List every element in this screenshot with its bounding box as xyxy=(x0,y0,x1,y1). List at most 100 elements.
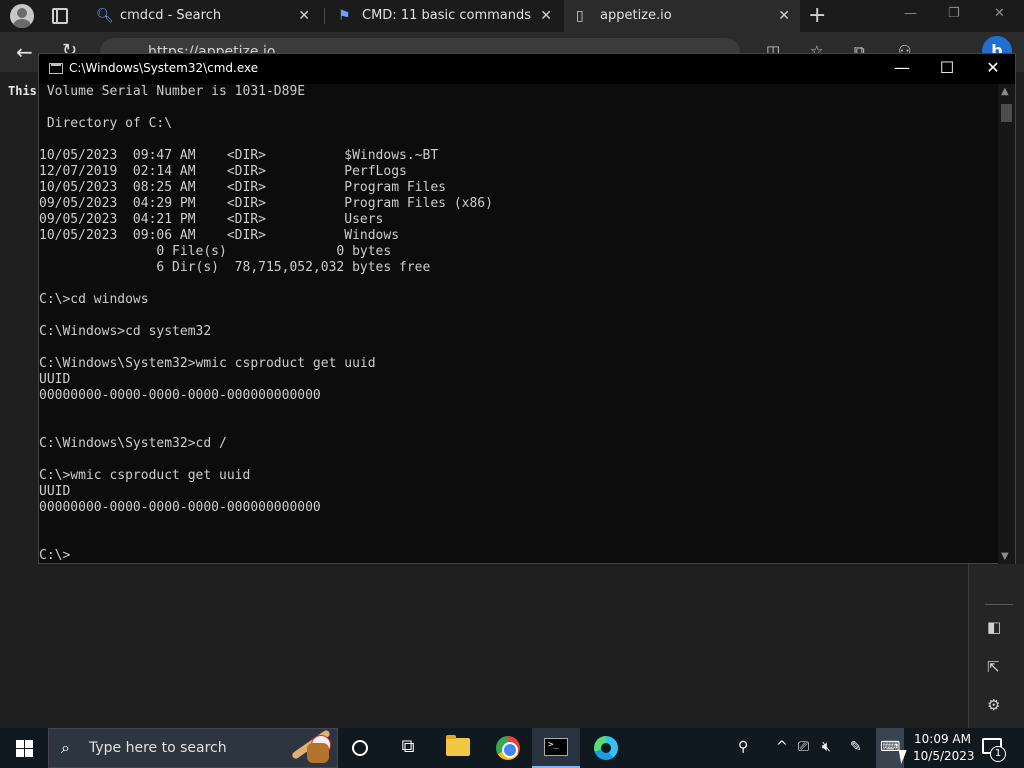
scroll-down-icon[interactable]: ▼ xyxy=(1001,551,1009,562)
tab-appetize[interactable]: ▯ appetize.io ✕ xyxy=(564,0,800,32)
windows-logo-part xyxy=(25,740,33,748)
cmd-line xyxy=(39,516,999,532)
close-icon[interactable]: ✕ xyxy=(540,8,552,24)
cmd-line xyxy=(39,404,999,420)
chevron-up-icon[interactable]: ^ xyxy=(776,739,788,755)
maximize-icon[interactable]: ☐ xyxy=(932,58,962,77)
cmd-line: C:\>cd windows xyxy=(39,292,149,307)
cmd-taskbar-button[interactable] xyxy=(532,728,580,768)
cmd-title-text: C:\Windows\System32\cmd.exe xyxy=(69,61,259,75)
cmd-line: C:\>wmic csproduct get uuid xyxy=(39,468,251,483)
cmd-line: Directory of C:\ xyxy=(39,116,173,131)
file-explorer-button[interactable] xyxy=(434,728,482,768)
keyboard-icon: ⌨ xyxy=(880,739,901,755)
task-view-button[interactable]: ⧉ xyxy=(384,728,432,768)
pen-icon[interactable]: ✎ xyxy=(850,739,862,755)
close-window-icon[interactable]: ✕ xyxy=(994,6,1005,21)
close-icon[interactable]: ✕ xyxy=(298,8,310,24)
clock-date[interactable]: 10/5/2023 xyxy=(913,749,975,763)
people-icon[interactable]: ⚲ xyxy=(738,739,748,755)
close-icon[interactable]: ✕ xyxy=(978,58,1008,77)
restore-icon[interactable]: ❐ xyxy=(948,6,960,21)
cmd-scrollbar[interactable]: ▲ ▼ xyxy=(998,84,1015,564)
terminal-icon xyxy=(49,63,63,74)
sidebar-divider xyxy=(985,604,1013,605)
minimize-icon[interactable]: — xyxy=(904,6,917,21)
tab-strip: 🔍︎ cmdcd - Search ✕ ⚑ CMD: 11 basic comm… xyxy=(0,0,1024,32)
chrome-icon xyxy=(496,736,520,760)
bookmark-icon: ⚑ xyxy=(338,8,351,24)
sidebar-panel-icon[interactable]: ◧ xyxy=(987,618,1001,636)
cmd-line: 09/05/2023 04:21 PM <DIR> Users xyxy=(39,212,384,227)
settings-gear-icon[interactable]: ⚙ xyxy=(987,696,1000,714)
cmd-line xyxy=(39,532,999,548)
tab-separator xyxy=(324,8,325,24)
close-icon[interactable]: ✕ xyxy=(778,8,790,24)
network-icon[interactable]: ⎚ xyxy=(798,739,809,755)
cmd-line: 10/05/2023 09:47 AM <DIR> $Windows.~BT xyxy=(39,148,439,163)
edge-button[interactable] xyxy=(582,728,630,768)
edge-icon xyxy=(594,736,618,760)
windows-logo-part xyxy=(16,749,24,757)
cmd-icon xyxy=(544,738,568,756)
search-icon: ⌕ xyxy=(61,738,70,757)
volume-muted-icon[interactable]: 🔇︎ xyxy=(822,739,831,755)
scroll-thumb[interactable] xyxy=(1001,104,1012,122)
cmd-window[interactable]: C:\Windows\System32\cmd.exe — ☐ ✕ Volume… xyxy=(38,53,1016,564)
taskbar: ⌕ Type here to search ⧉ ⚲ ^ ⎚ 🔇︎ ✎ ⌨ 10:… xyxy=(0,728,1024,768)
search-icon: 🔍︎ xyxy=(96,8,114,24)
profile-avatar[interactable] xyxy=(10,4,34,28)
cmd-line: C:\Windows\System32>cd / xyxy=(39,436,227,451)
windows-logo-icon xyxy=(16,740,24,748)
tab-label: cmdcd - Search xyxy=(120,8,222,23)
windows-logo-part xyxy=(25,749,33,757)
cmd-line: C:\Windows>cd system32 xyxy=(39,324,212,339)
folder-icon xyxy=(446,735,470,756)
cmd-title-bar[interactable]: C:\Windows\System32\cmd.exe — ☐ ✕ xyxy=(39,54,1015,84)
cmd-line: 00000000-0000-0000-0000-000000000000 xyxy=(39,500,321,515)
cmd-line xyxy=(39,420,999,436)
cmd-line: 6 Dir(s) 78,715,052,032 bytes free xyxy=(39,260,431,275)
cmd-output[interactable]: Volume Serial Number is 1031-D89E Direct… xyxy=(39,84,999,564)
tab-search[interactable]: 🔍︎ cmdcd - Search ✕ xyxy=(84,0,320,32)
edge-sidebar: ◧ ⇱ ⚙ xyxy=(968,564,1024,728)
cmd-line: 0 File(s) 0 bytes xyxy=(39,244,392,259)
cortana-button[interactable] xyxy=(336,728,384,768)
page-content-text: This xyxy=(8,84,37,98)
cmd-line xyxy=(39,308,999,324)
cmd-line: Volume Serial Number is 1031-D89E xyxy=(39,84,306,99)
tab-cmd-article[interactable]: ⚑ CMD: 11 basic commands you sh ✕ xyxy=(326,0,562,32)
cmd-line xyxy=(39,452,999,468)
new-tab-icon[interactable]: + xyxy=(808,4,826,28)
taskbar-search-box[interactable]: ⌕ Type here to search xyxy=(48,728,338,768)
scroll-up-icon[interactable]: ▲ xyxy=(1001,86,1009,97)
cmd-line: 10/05/2023 08:25 AM <DIR> Program Files xyxy=(39,180,446,195)
tab-actions-icon[interactable] xyxy=(52,8,68,24)
external-link-icon[interactable]: ⇱ xyxy=(987,658,1000,676)
minimize-icon[interactable]: — xyxy=(887,58,917,77)
cmd-line: 12/07/2019 02:14 AM <DIR> PerfLogs xyxy=(39,164,407,179)
cmd-line: 10/05/2023 09:06 AM <DIR> Windows xyxy=(39,228,400,243)
clock-time[interactable]: 10:09 AM xyxy=(914,732,971,746)
glove-icon xyxy=(307,743,329,763)
chrome-button[interactable] xyxy=(484,728,532,768)
back-icon[interactable]: ← xyxy=(16,40,33,64)
cmd-line xyxy=(39,340,999,356)
notification-count: 1 xyxy=(990,746,1006,762)
cortana-icon xyxy=(352,740,368,756)
tab-label: appetize.io xyxy=(600,8,672,23)
cmd-line: 09/05/2023 04:29 PM <DIR> Program Files … xyxy=(39,196,493,211)
cmd-line xyxy=(39,132,999,148)
page-icon: ▯ xyxy=(576,8,584,24)
search-placeholder: Type here to search xyxy=(89,740,227,756)
cmd-line: 00000000-0000-0000-0000-000000000000 xyxy=(39,388,321,403)
cmd-line: UUID xyxy=(39,484,71,499)
cmd-line: C:\> xyxy=(39,548,71,563)
cmd-line: C:\Windows\System32>wmic csproduct get u… xyxy=(39,356,376,371)
task-view-icon: ⧉ xyxy=(401,736,415,757)
cmd-line: UUID xyxy=(39,372,71,387)
cmd-line xyxy=(39,100,999,116)
tab-label: CMD: 11 basic commands you sh xyxy=(362,8,534,23)
start-button[interactable] xyxy=(0,728,48,768)
touch-keyboard-button[interactable]: ⌨ xyxy=(876,728,904,768)
